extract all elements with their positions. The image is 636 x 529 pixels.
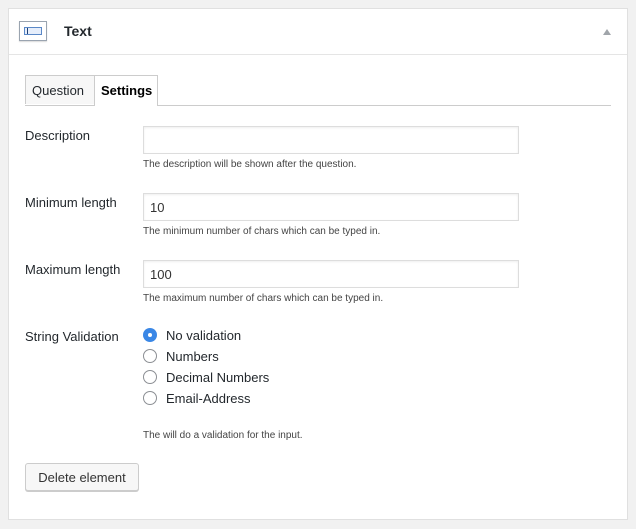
element-panel: Text Question Settings Description The d… — [8, 8, 628, 520]
description-label: Description — [25, 128, 91, 143]
validation-label: String Validation — [25, 329, 119, 344]
description-input[interactable] — [143, 126, 519, 154]
delete-element-button[interactable]: Delete element — [25, 463, 139, 491]
collapse-arrow-icon[interactable] — [603, 29, 611, 35]
min-length-hint: The minimum number of chars which can be… — [143, 226, 381, 237]
radio-label: No validation — [166, 327, 242, 343]
min-length-label: Minimum length — [25, 195, 117, 210]
description-hint: The description will be shown after the … — [143, 159, 357, 170]
text-field-icon — [19, 21, 47, 41]
radio-decimal-numbers[interactable]: Decimal Numbers — [143, 368, 269, 386]
max-length-input[interactable] — [143, 260, 519, 288]
radio-no-validation[interactable]: No validation — [143, 326, 241, 344]
radio-unselected-icon[interactable] — [143, 391, 157, 405]
radio-unselected-icon[interactable] — [143, 370, 157, 384]
panel-header[interactable]: Text — [9, 9, 627, 55]
radio-email-address[interactable]: Email-Address — [143, 389, 251, 407]
max-length-hint: The maximum number of chars which can be… — [143, 293, 384, 304]
radio-numbers[interactable]: Numbers — [143, 347, 219, 365]
tab-question[interactable]: Question — [25, 75, 95, 104]
tab-bar: Question Settings — [25, 75, 611, 106]
min-length-input[interactable] — [143, 193, 519, 221]
radio-label: Email-Address — [166, 390, 251, 406]
radio-unselected-icon[interactable] — [143, 349, 157, 363]
radio-selected-icon[interactable] — [143, 328, 157, 342]
validation-hint: The will do a validation for the input. — [143, 430, 303, 441]
radio-label: Numbers — [166, 348, 219, 364]
panel-title: Text — [64, 23, 92, 39]
tab-settings[interactable]: Settings — [94, 75, 158, 106]
radio-label: Decimal Numbers — [166, 369, 270, 385]
max-length-label: Maximum length — [25, 262, 121, 277]
